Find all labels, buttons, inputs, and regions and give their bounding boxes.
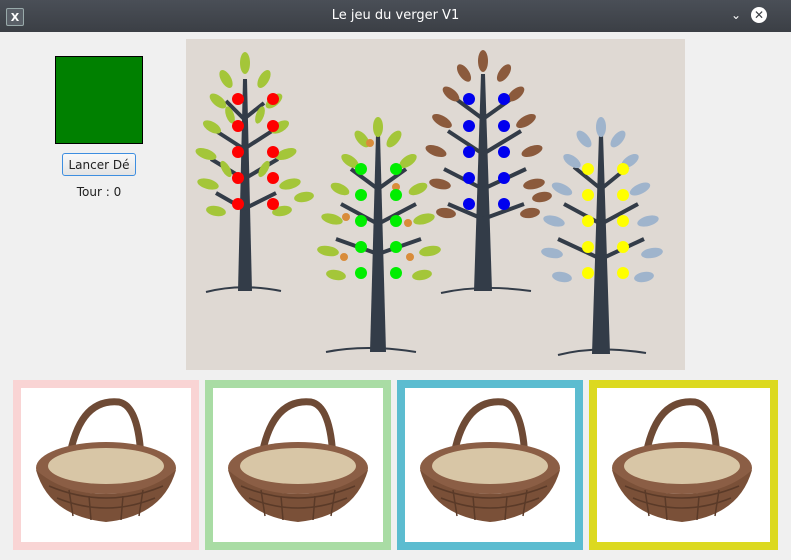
basket-icon (612, 398, 752, 522)
lemon-tree (541, 117, 663, 356)
roll-dice-button[interactable]: Lancer Dé (62, 153, 136, 176)
basket-green[interactable] (205, 380, 391, 550)
close-icon[interactable]: ✕ (751, 7, 767, 23)
window-title: Le jeu du verger V1 (331, 8, 460, 23)
basket-red[interactable] (13, 380, 199, 550)
turn-label: Tour : (76, 185, 110, 199)
title-bar[interactable]: X Le jeu du verger V1 ⌄ ✕ (0, 0, 791, 32)
turn-counter: Tour : 0 (60, 185, 138, 199)
chevron-down-icon[interactable]: ⌄ (727, 6, 745, 24)
basket-blue[interactable] (397, 380, 583, 550)
turn-value: 0 (113, 185, 122, 199)
pear-tree (317, 117, 441, 353)
apple-tree (195, 52, 314, 293)
orchard-board (186, 39, 685, 370)
basket-yellow[interactable] (589, 380, 778, 550)
basket-icon (420, 398, 560, 522)
basket-icon (228, 398, 368, 522)
basket-icon (36, 398, 176, 522)
plum-tree (425, 50, 552, 294)
dice-face (55, 56, 143, 144)
